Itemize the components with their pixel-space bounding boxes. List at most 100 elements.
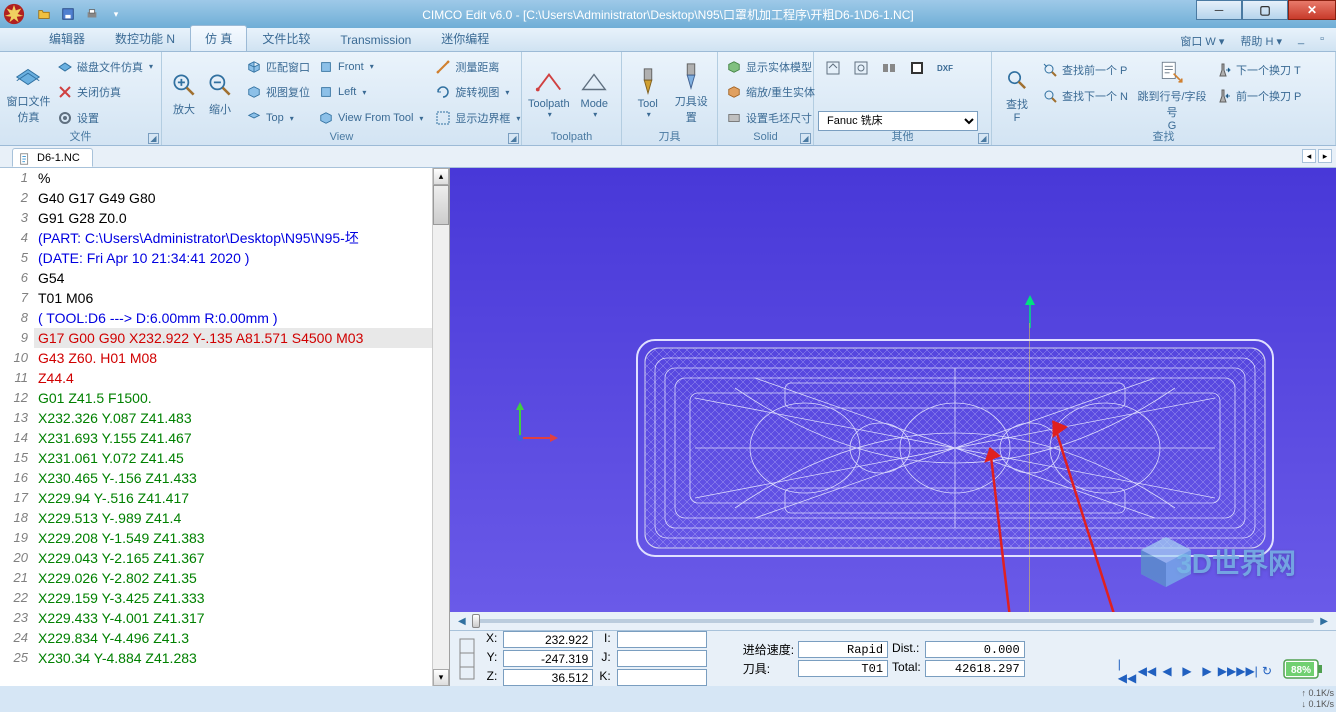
code-line[interactable]: X229.433 Y-4.001 Z41.317: [34, 608, 449, 628]
code-line[interactable]: X231.061 Y.072 Z41.45: [34, 448, 449, 468]
other-btn-1[interactable]: [820, 56, 846, 80]
qat-open-icon[interactable]: [34, 4, 54, 24]
code-line[interactable]: X229.94 Y-.516 Z41.417: [34, 488, 449, 508]
other-btn-3[interactable]: [876, 56, 902, 80]
code-line[interactable]: G91 G28 Z0.0: [34, 208, 449, 228]
code-line[interactable]: G43 Z60. H01 M08: [34, 348, 449, 368]
group-dialog-view[interactable]: ◢: [508, 133, 519, 144]
play-button[interactable]: ▶: [1178, 662, 1196, 680]
code-line[interactable]: X229.043 Y-2.165 Z41.367: [34, 548, 449, 568]
group-dialog-solid[interactable]: ◢: [800, 133, 811, 144]
minimize-button[interactable]: ─: [1196, 0, 1242, 20]
code-line[interactable]: X229.834 Y-4.496 Z41.3: [34, 628, 449, 648]
code-line[interactable]: X229.159 Y-3.425 Z41.333: [34, 588, 449, 608]
close-sim-button[interactable]: 关闭仿真: [53, 80, 157, 104]
code-line[interactable]: G17 G00 G90 X232.922 Y-.135 A81.571 S450…: [34, 328, 449, 348]
top-view-button[interactable]: Top▾: [242, 106, 314, 130]
code-line[interactable]: X230.465 Y-.156 Z41.433: [34, 468, 449, 488]
find-next-button[interactable]: 查找下一个 N: [1038, 84, 1132, 108]
3d-viewport[interactable]: 3D世界网: [450, 168, 1336, 612]
fit-window-button[interactable]: 匹配窗口: [242, 55, 314, 79]
scroll-down-icon[interactable]: ▾: [433, 669, 449, 686]
code-line[interactable]: X229.026 Y-2.802 Z41.35: [34, 568, 449, 588]
tab-mini[interactable]: 迷你编程: [426, 25, 504, 51]
tab-nc[interactable]: 数控功能 N: [100, 25, 190, 51]
goto-line-button[interactable]: 跳到行号/字段号 G: [1132, 54, 1212, 134]
view-from-tool-button[interactable]: View From Tool▾: [314, 106, 427, 130]
code-line[interactable]: X229.513 Y-.989 Z41.4: [34, 508, 449, 528]
qat-dropdown-icon[interactable]: ▾: [106, 4, 126, 24]
code-editor[interactable]: 1234567891011121314151617181920212223242…: [0, 168, 450, 686]
code-body[interactable]: %G40 G17 G49 G80G91 G28 Z0.0(PART: C:\Us…: [34, 168, 449, 686]
next-toolchange-button[interactable]: 下一个换刀 T: [1212, 58, 1305, 82]
settings-button[interactable]: 设置: [53, 106, 157, 130]
window-file-sim-button[interactable]: 窗口文件仿真: [4, 54, 53, 131]
tool-button[interactable]: Tool▾: [626, 54, 670, 131]
tool-settings-button[interactable]: 刀具设置: [670, 54, 714, 131]
slider-end-icon[interactable]: ▶: [1320, 616, 1328, 627]
find-button[interactable]: 查找 F: [996, 54, 1038, 134]
qat-print-icon[interactable]: [82, 4, 102, 24]
code-line[interactable]: X231.693 Y.155 Z41.467: [34, 428, 449, 448]
scroll-up-icon[interactable]: ▴: [433, 168, 449, 185]
rotate-view-button[interactable]: 旋转视图▾: [431, 80, 524, 104]
fast-forward-button[interactable]: ▶▶: [1218, 662, 1236, 680]
tab-next-icon[interactable]: ▸: [1318, 149, 1332, 163]
doc-tab-active[interactable]: D6-1.NC: [12, 148, 93, 167]
qat-save-icon[interactable]: [58, 4, 78, 24]
code-line[interactable]: G40 G17 G49 G80: [34, 188, 449, 208]
find-prev-button[interactable]: 查找前一个 P: [1038, 58, 1132, 82]
slider-start-icon[interactable]: ◀: [458, 616, 466, 627]
code-line[interactable]: X230.34 Y-4.884 Z41.283: [34, 648, 449, 668]
mode-button[interactable]: Mode▾: [572, 54, 617, 131]
code-line[interactable]: X232.326 Y.087 Z41.483: [34, 408, 449, 428]
stock-size-button[interactable]: 设置毛坯尺寸: [722, 106, 809, 130]
vertical-scrollbar[interactable]: ▴ ▾: [432, 168, 449, 686]
prev-toolchange-button[interactable]: 前一个换刀 P: [1212, 84, 1305, 108]
dxf-button[interactable]: DXF: [932, 56, 958, 80]
slider-thumb[interactable]: [472, 614, 480, 628]
timeline-slider[interactable]: ◀ ▶: [450, 612, 1336, 630]
code-line[interactable]: X229.208 Y-1.549 Z41.383: [34, 528, 449, 548]
code-line[interactable]: T01 M06: [34, 288, 449, 308]
tab-editor[interactable]: 编辑器: [34, 25, 100, 51]
tab-transmission[interactable]: Transmission: [325, 28, 426, 51]
menu-help[interactable]: 帮助 H ▾: [1234, 31, 1288, 51]
reset-view-button[interactable]: 视图复位: [242, 80, 314, 104]
mdi-minimize-icon[interactable]: _: [1292, 31, 1310, 51]
other-btn-4[interactable]: [904, 56, 930, 80]
code-line[interactable]: %: [34, 168, 449, 188]
machine-combo[interactable]: Fanuc 铣床: [818, 111, 978, 131]
front-view-button[interactable]: Front▾: [314, 55, 427, 79]
code-line[interactable]: (PART: C:\Users\Administrator\Desktop\N9…: [34, 228, 449, 248]
disk-file-sim-button[interactable]: 磁盘文件仿真▾: [53, 55, 157, 79]
code-line[interactable]: Z44.4: [34, 368, 449, 388]
step-forward-button[interactable]: ▶: [1198, 662, 1216, 680]
toolpath-button[interactable]: Toolpath▾: [526, 54, 572, 131]
tab-simulation[interactable]: 仿 真: [190, 25, 247, 51]
other-btn-2[interactable]: [848, 56, 874, 80]
measure-button[interactable]: 测量距离: [431, 55, 524, 79]
tab-prev-icon[interactable]: ◂: [1302, 149, 1316, 163]
mdi-restore-icon[interactable]: ▫: [1314, 31, 1330, 51]
scroll-thumb[interactable]: [433, 185, 449, 225]
skip-back-button[interactable]: |◀◀: [1118, 662, 1136, 680]
zoom-out-button[interactable]: 缩小: [202, 54, 238, 131]
code-line[interactable]: G54: [34, 268, 449, 288]
maximize-button[interactable]: ▢: [1242, 0, 1288, 20]
rewind-button[interactable]: ◀◀: [1138, 662, 1156, 680]
loop-button[interactable]: ↻: [1258, 662, 1276, 680]
regen-solid-button[interactable]: 缩放/重生实体: [722, 80, 809, 104]
skip-forward-button[interactable]: ▶▶|: [1238, 662, 1256, 680]
group-dialog-file[interactable]: ◢: [148, 133, 159, 144]
menu-window[interactable]: 窗口 W ▾: [1174, 31, 1230, 51]
show-solid-button[interactable]: 显示实体模型: [722, 55, 809, 79]
show-bounds-button[interactable]: 显示边界框▾: [431, 106, 524, 130]
left-view-button[interactable]: Left▾: [314, 80, 427, 104]
group-dialog-other[interactable]: ◢: [978, 133, 989, 144]
code-line[interactable]: (DATE: Fri Apr 10 21:34:41 2020 ): [34, 248, 449, 268]
zoom-in-button[interactable]: 放大: [166, 54, 202, 131]
close-button[interactable]: ✕: [1288, 0, 1336, 20]
step-back-button[interactable]: ◀: [1158, 662, 1176, 680]
code-line[interactable]: ( TOOL:D6 ---> D:6.00mm R:0.00mm ): [34, 308, 449, 328]
